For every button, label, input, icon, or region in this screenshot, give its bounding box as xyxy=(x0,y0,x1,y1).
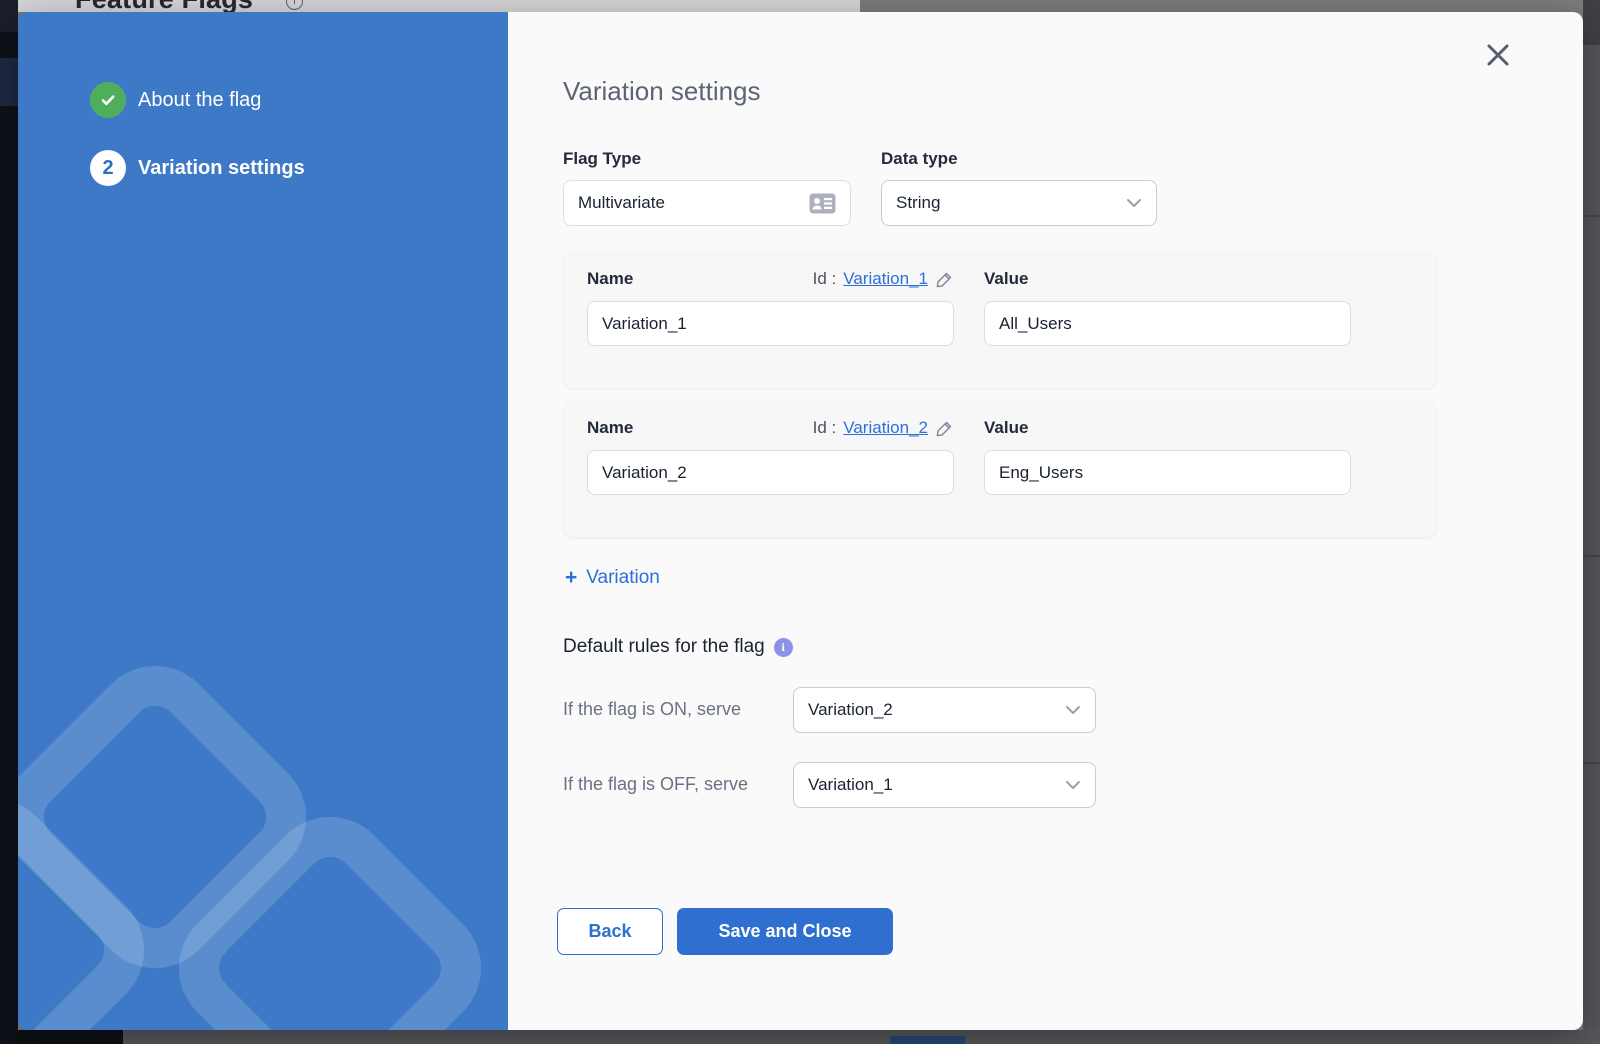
chevron-down-icon xyxy=(1065,705,1081,715)
on-rule-select[interactable]: Variation_2 xyxy=(793,687,1096,733)
data-type-label: Data type xyxy=(881,149,1157,169)
id-prefix: Id : xyxy=(813,418,837,438)
plus-icon: + xyxy=(565,566,577,590)
background-dimmed-button xyxy=(890,1036,965,1044)
variation-id-link[interactable]: Variation_1 xyxy=(843,269,928,289)
background-sidebar-logo-area xyxy=(0,0,18,32)
id-prefix: Id : xyxy=(813,269,837,289)
background-page-bottom-edge xyxy=(0,1030,1600,1044)
name-label: Name xyxy=(587,269,633,289)
on-rule-label: If the flag is ON, serve xyxy=(563,687,793,733)
modal-footer-buttons: Back Save and Close xyxy=(557,908,1583,955)
on-rule-value: Variation_2 xyxy=(808,700,893,720)
save-and-close-button[interactable]: Save and Close xyxy=(677,908,893,955)
pencil-icon xyxy=(935,270,954,289)
background-row-divider xyxy=(1583,555,1600,557)
close-icon xyxy=(1485,42,1511,68)
chevron-down-icon xyxy=(1126,198,1142,208)
off-rule-value: Variation_1 xyxy=(808,775,893,795)
variation-name-input[interactable] xyxy=(587,301,954,346)
variation-card: Name Id : Variation_1 Value xyxy=(563,251,1437,388)
close-button[interactable] xyxy=(1485,42,1511,68)
edit-id-button[interactable] xyxy=(935,270,954,289)
flag-type-value: Multivariate xyxy=(578,193,665,213)
flag-type-value-box: Multivariate xyxy=(563,180,851,226)
data-type-field: Data type String xyxy=(881,149,1157,226)
step-variation-settings[interactable]: 2 Variation settings xyxy=(90,150,508,186)
type-fields-row: Flag Type Multivariate Data type xyxy=(563,149,1583,226)
wizard-sidebar: About the flag 2 Variation settings xyxy=(18,12,508,1030)
background-row-divider xyxy=(1583,215,1600,217)
variation-id-link[interactable]: Variation_2 xyxy=(843,418,928,438)
default-rules-heading: Default rules for the flag i xyxy=(563,636,1583,658)
page-title: Variation settings xyxy=(563,76,1583,107)
variation-card: Name Id : Variation_2 Value xyxy=(563,400,1437,537)
step-number-badge: 2 xyxy=(90,150,126,186)
background-app-sidebar xyxy=(0,0,18,1044)
variation-id-group: Id : Variation_1 xyxy=(813,269,954,289)
create-flag-modal: About the flag 2 Variation settings Vari… xyxy=(18,12,1583,1030)
add-variation-button[interactable]: + Variation xyxy=(565,566,660,590)
background-band xyxy=(1583,0,1600,45)
off-rule-label: If the flag is OFF, serve xyxy=(563,762,793,808)
flag-type-field: Flag Type Multivariate xyxy=(563,149,851,226)
default-rules-title: Default rules for the flag xyxy=(563,636,765,658)
variation-value-input[interactable] xyxy=(984,450,1351,495)
name-label: Name xyxy=(587,418,633,438)
off-rule-select[interactable]: Variation_1 xyxy=(793,762,1096,808)
flag-type-label: Flag Type xyxy=(563,149,851,169)
wizard-content: Variation settings Flag Type Multivariat… xyxy=(508,12,1583,1030)
step-completed-badge xyxy=(90,82,126,118)
variation-card-header: Name Id : Variation_1 Value xyxy=(587,269,1413,289)
variation-id-group: Id : Variation_2 xyxy=(813,418,954,438)
variation-value-input[interactable] xyxy=(984,301,1351,346)
off-rule-row: If the flag is OFF, serve Variation_1 xyxy=(563,762,1583,808)
back-button[interactable]: Back xyxy=(557,908,663,955)
background-page-header: Feature Flags i xyxy=(0,0,860,12)
background-row-divider xyxy=(1583,762,1600,764)
add-variation-label: Variation xyxy=(586,567,660,589)
info-icon: i xyxy=(286,0,303,10)
step-label: About the flag xyxy=(138,89,261,112)
step-label: Variation settings xyxy=(138,157,305,180)
background-sidebar-active-item xyxy=(0,58,18,106)
background-page-title: Feature Flags xyxy=(75,0,253,12)
step-about-the-flag[interactable]: About the flag xyxy=(90,82,508,118)
variation-name-input[interactable] xyxy=(587,450,954,495)
data-type-value: String xyxy=(896,193,940,213)
background-sidebar-bottom xyxy=(0,1030,123,1044)
id-card-icon xyxy=(809,193,836,214)
info-icon[interactable]: i xyxy=(774,638,793,657)
variation-card-header: Name Id : Variation_2 Value xyxy=(587,418,1413,438)
on-rule-row: If the flag is ON, serve Variation_2 xyxy=(563,687,1583,733)
data-type-select[interactable]: String xyxy=(881,180,1157,226)
background-page-right-edge xyxy=(1583,0,1600,1044)
edit-id-button[interactable] xyxy=(935,419,954,438)
value-label: Value xyxy=(984,269,1028,288)
pencil-icon xyxy=(935,419,954,438)
check-icon xyxy=(98,90,118,110)
chevron-down-icon xyxy=(1065,780,1081,790)
wizard-stepper: About the flag 2 Variation settings xyxy=(18,12,508,186)
value-label: Value xyxy=(984,418,1028,437)
